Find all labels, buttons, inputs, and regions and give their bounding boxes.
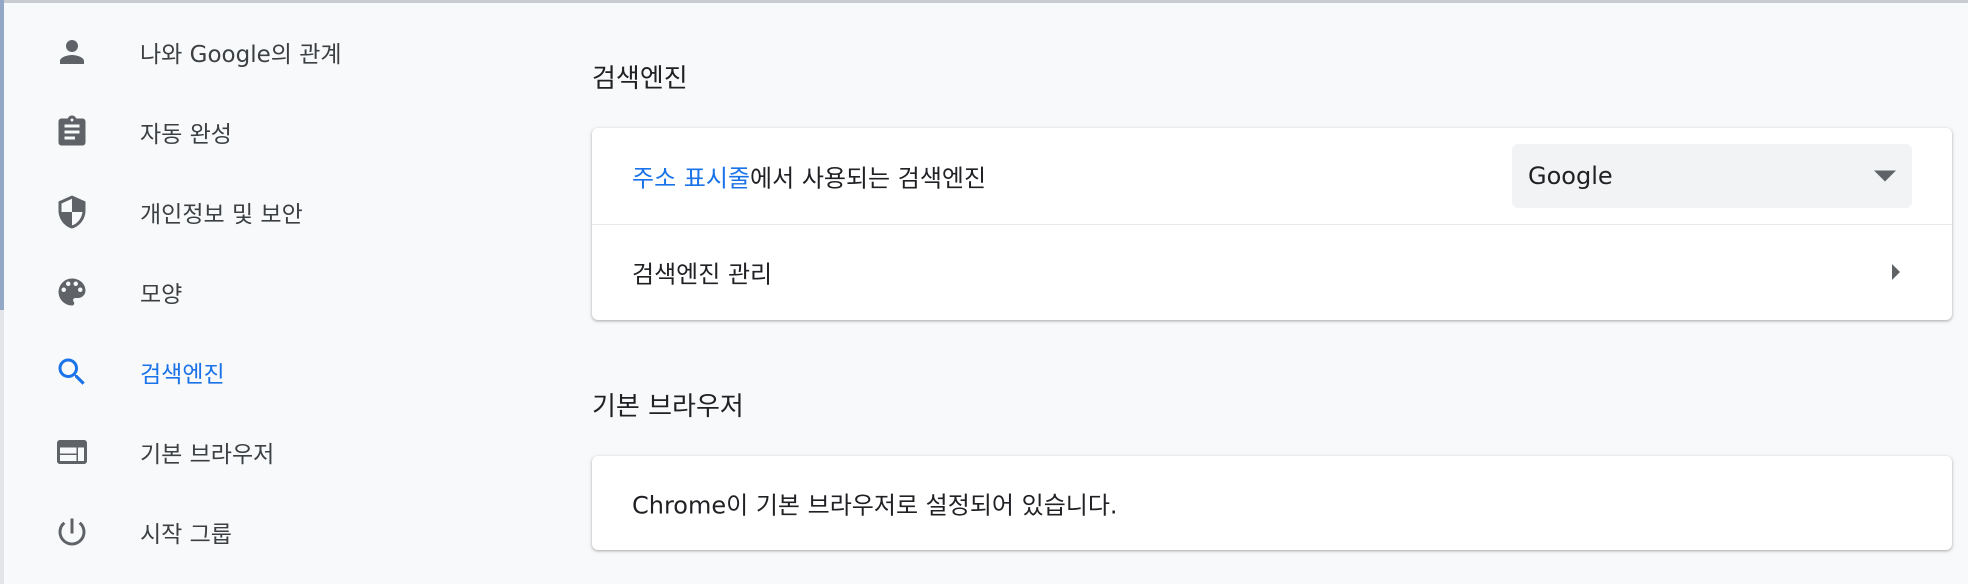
default-browser-status: Chrome이 기본 브라우저로 설정되어 있습니다. (632, 491, 1118, 520)
browser-icon (54, 434, 90, 470)
sidebar-item-you-and-google[interactable]: 나와 Google의 관계 (0, 17, 540, 87)
sidebar-item-search-engine[interactable]: 검색엔진 (0, 337, 540, 407)
sidebar-item-on-startup[interactable]: 시작 그룹 (0, 497, 540, 567)
sidebar-item-default-browser[interactable]: 기본 브라우저 (0, 417, 540, 487)
sidebar-item-label: 자동 완성 (140, 122, 232, 148)
default-browser-card: Chrome이 기본 브라우저로 설정되어 있습니다. (592, 456, 1952, 550)
search-engine-select-value: Google (1528, 162, 1613, 190)
power-icon (54, 514, 90, 550)
search-icon (54, 354, 90, 390)
manage-search-engines-label: 검색엔진 관리 (632, 260, 773, 289)
address-bar-engine-label: 주소 표시줄에서 사용되는 검색엔진 (632, 159, 986, 194)
search-engine-select[interactable]: Google (1512, 144, 1912, 208)
address-bar-link[interactable]: 주소 표시줄 (632, 165, 750, 193)
dropdown-arrow-icon (1874, 170, 1896, 182)
chevron-right-icon (1892, 264, 1900, 280)
sidebar-item-label: 기본 브라우저 (140, 442, 275, 468)
address-bar-engine-row: 주소 표시줄에서 사용되는 검색엔진 Google (592, 128, 1952, 224)
default-browser-section-title: 기본 브라우저 (592, 392, 744, 422)
settings-sidebar: 나와 Google의 관계 자동 완성 개인정보 및 보안 모양 검색엔진 기본… (0, 0, 560, 584)
shield-icon (54, 194, 90, 230)
sidebar-item-label: 모양 (140, 282, 183, 308)
sidebar-item-autofill[interactable]: 자동 완성 (0, 97, 540, 167)
default-browser-status-row: Chrome이 기본 브라우저로 설정되어 있습니다. (592, 456, 1952, 550)
palette-icon (54, 274, 90, 310)
settings-page: 나와 Google의 관계 자동 완성 개인정보 및 보안 모양 검색엔진 기본… (0, 0, 1968, 584)
sidebar-item-appearance[interactable]: 모양 (0, 257, 540, 327)
address-bar-label-rest: 에서 사용되는 검색엔진 (750, 164, 987, 193)
person-icon (54, 34, 90, 70)
sidebar-item-label: 시작 그룹 (140, 522, 232, 548)
search-engine-card: 주소 표시줄에서 사용되는 검색엔진 Google 검색엔진 관리 (592, 128, 1952, 320)
manage-search-engines-row[interactable]: 검색엔진 관리 (592, 224, 1952, 320)
sidebar-item-label: 나와 Google의 관계 (140, 42, 342, 68)
sidebar-item-label: 검색엔진 (140, 362, 225, 388)
sidebar-item-label: 개인정보 및 보안 (140, 202, 303, 228)
sidebar-item-privacy-security[interactable]: 개인정보 및 보안 (0, 177, 540, 247)
search-engine-section-title: 검색엔진 (592, 64, 688, 94)
clipboard-icon (54, 114, 90, 150)
